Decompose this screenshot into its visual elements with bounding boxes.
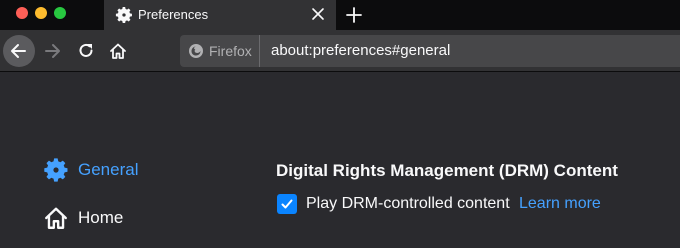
tab-title: Preferences	[138, 7, 209, 22]
tab-preferences[interactable]: Preferences	[104, 0, 336, 30]
firefox-icon	[189, 44, 203, 58]
identity-label: Firefox	[209, 43, 252, 59]
sidebar-item-home[interactable]: Home	[43, 205, 123, 231]
identity-box[interactable]: Firefox	[180, 35, 260, 67]
nav-toolbar: Firefox about:preferences#general	[0, 30, 680, 72]
zoom-window-button[interactable]	[54, 7, 66, 19]
checkmark-icon	[281, 199, 293, 209]
gear-icon	[115, 6, 132, 24]
sidebar-item-label: Home	[78, 208, 124, 227]
tab-strip: Preferences	[0, 0, 680, 30]
sidebar-item-general[interactable]: General	[43, 157, 138, 183]
home-icon	[110, 43, 126, 59]
url-text[interactable]: about:preferences#general	[271, 42, 450, 59]
reload-button[interactable]	[70, 35, 102, 67]
close-icon[interactable]	[310, 6, 326, 22]
close-window-button[interactable]	[16, 7, 28, 19]
gear-icon	[44, 158, 68, 182]
home-icon	[45, 207, 67, 229]
back-button[interactable]	[3, 35, 35, 67]
section-title: Digital Rights Management (DRM) Content	[276, 161, 618, 180]
arrow-right-icon	[45, 44, 60, 58]
drm-checkbox[interactable]	[277, 194, 297, 214]
learn-more-link[interactable]: Learn more	[519, 195, 601, 213]
minimize-window-button[interactable]	[35, 7, 47, 19]
drm-checkbox-label[interactable]: Play DRM-controlled content	[306, 195, 510, 213]
url-bar[interactable]: Firefox about:preferences#general	[180, 35, 680, 67]
home-button[interactable]	[102, 35, 134, 67]
new-tab-icon[interactable]	[343, 4, 365, 26]
sidebar-item-label: General	[78, 160, 139, 179]
reload-icon	[79, 43, 93, 57]
arrow-left-icon	[11, 44, 26, 58]
forward-button[interactable]	[36, 35, 68, 67]
